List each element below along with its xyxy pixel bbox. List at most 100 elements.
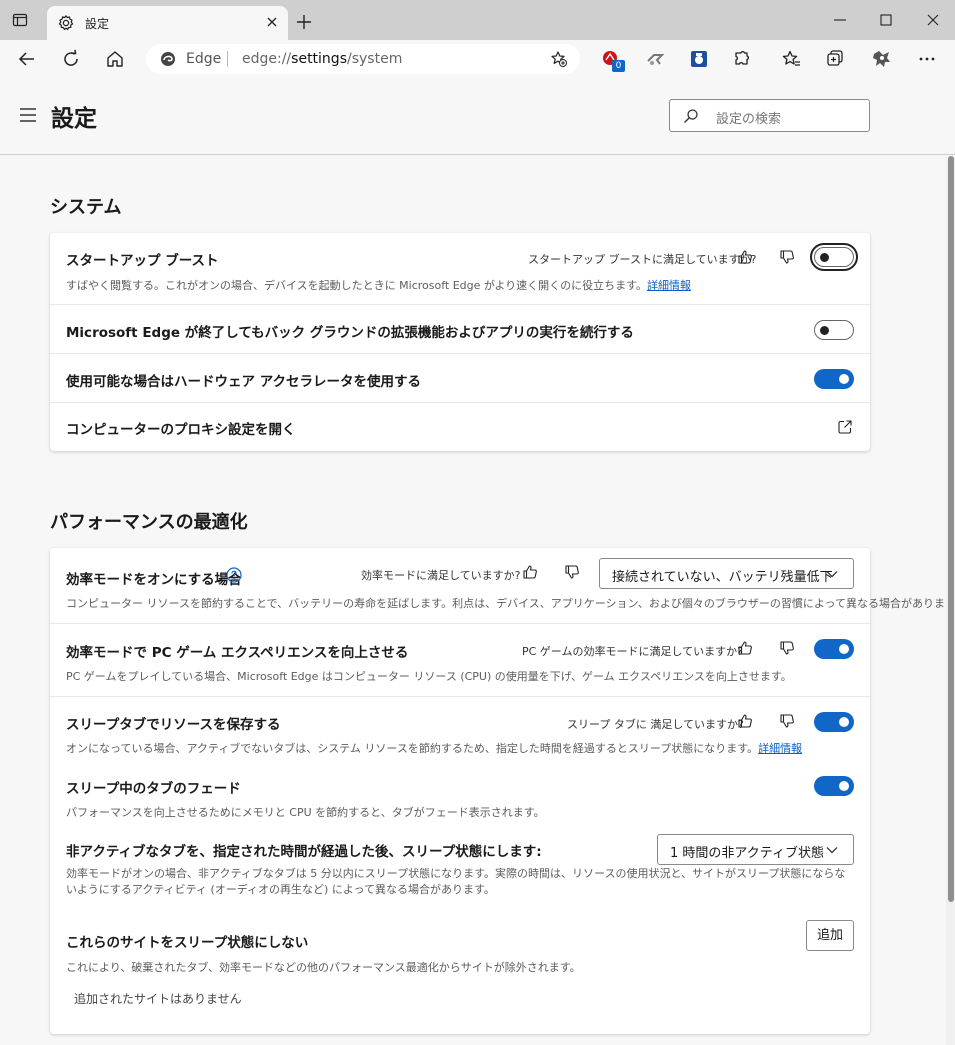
chevron-down-icon [826, 847, 838, 854]
background-apps-title: Microsoft Edge が終了してもバック グラウンドの拡張機能およびアプ… [66, 325, 634, 341]
thumbs-down-icon[interactable] [779, 249, 795, 265]
thumbs-down-icon[interactable] [564, 564, 580, 580]
startup-boost-row: スタートアップ ブースト スタートアップ ブーストに満足していますか? すばやく… [50, 233, 870, 305]
toggle-knob [839, 374, 849, 384]
address-bar[interactable]: Edge edge://settings/system [146, 44, 580, 74]
pc-game-row: 効率モードで PC ゲーム エクスペリエンスを向上させる PC ゲームの効率モー… [50, 624, 870, 697]
inactive-timeout-title: 非アクティブなタブを、指定された時間が経過した後、スリープ状態にします: [66, 844, 542, 860]
add-site-button[interactable]: 追加 [806, 920, 854, 951]
inactive-timeout-description: 効率モードがオンの場合、非アクティブなタブは 5 分以内にスリープ状態になります… [66, 867, 846, 896]
settings-content: システム スタートアップ ブースト スタートアップ ブーストに満足していますか?… [0, 156, 946, 1045]
close-tab-icon[interactable] [265, 15, 279, 29]
extension-gray-icon[interactable] [645, 49, 665, 69]
startup-boost-feedback-question: スタートアップ ブーストに満足していますか? [528, 253, 757, 266]
efficiency-mode-dropdown[interactable]: 接続されていない、バッテリ残量低下 [599, 558, 854, 589]
thumbs-up-icon[interactable] [522, 564, 538, 580]
never-sleep-title: これらのサイトをスリープ状態にしない [66, 935, 309, 951]
background-apps-toggle[interactable] [814, 320, 854, 340]
tab-settings[interactable]: 設定 [47, 6, 288, 40]
section-title-system: システム [50, 197, 122, 218]
efficiency-mode-row: 効率モードをオンにする場合 効率モードに満足していますか? 接続されていない、バ… [50, 548, 946, 624]
scrollbar-thumb[interactable] [948, 156, 954, 902]
efficiency-feedback-question: 効率モードに満足していますか? [361, 569, 521, 582]
thumbs-up-icon[interactable] [737, 640, 753, 656]
back-arrow-icon[interactable] [17, 49, 37, 69]
startup-boost-title: スタートアップ ブースト [66, 253, 219, 269]
sleeping-tabs-description: オンになっている場合、アクティブでないタブは、システム リソースを節約するため、… [66, 742, 803, 755]
scrollbar[interactable] [946, 156, 955, 1045]
toolbar: Edge edge://settings/system 0 [0, 40, 955, 78]
edge-logo-icon [161, 52, 175, 66]
tab-strip: 設定 [0, 0, 955, 40]
page-title: 設定 [51, 106, 97, 132]
edge-label: Edge [186, 51, 222, 67]
pc-game-description: PC ゲームをプレイしている場合、Microsoft Edge はコンピューター… [66, 670, 792, 683]
maximize-icon[interactable] [877, 11, 895, 29]
pc-game-feedback-question: PC ゲームの効率モードに満足していますか? [522, 645, 743, 658]
sleeping-tabs-title: スリープタブでリソースを保存する [66, 717, 281, 733]
learn-more-link[interactable]: 詳細情報 [647, 279, 691, 292]
toggle-knob [839, 644, 849, 654]
pc-game-toggle[interactable] [814, 639, 854, 659]
toggle-knob [839, 717, 849, 727]
gear-icon [58, 15, 74, 31]
chevron-down-icon [826, 571, 838, 578]
efficiency-mode-selected: 接続されていない、バッテリ残量低下 [612, 570, 833, 585]
efficiency-mode-title: 効率モードをオンにする場合 [66, 572, 242, 588]
sleeping-tabs-feedback-question: スリープ タブに 満足していますか? [567, 718, 744, 731]
search-placeholder: 設定の検索 [716, 112, 782, 127]
thumbs-up-icon[interactable] [737, 713, 753, 729]
thumbs-up-icon[interactable] [737, 249, 753, 265]
hardware-acceleration-title: 使用可能な場合はハードウェア アクセラレータを使用する [66, 374, 422, 390]
thumbs-down-icon[interactable] [779, 640, 795, 656]
never-sleep-description: これにより、破棄されたタブ、効率モードなどの他のパフォーマンス最適化からサイトが… [66, 961, 581, 974]
fade-tabs-title: スリープ中のタブのフェード [66, 781, 241, 797]
startup-boost-toggle[interactable] [810, 243, 858, 271]
window-close-icon[interactable] [924, 11, 942, 29]
refresh-icon[interactable] [61, 49, 81, 69]
tab-title: 設定 [85, 17, 110, 31]
performance-card: 効率モードをオンにする場合 効率モードに満足していますか? 接続されていない、バ… [50, 548, 946, 1034]
sleeping-tabs-toggle[interactable] [814, 712, 854, 732]
hardware-acceleration-row: 使用可能な場合はハードウェア アクセラレータを使用する [50, 354, 870, 403]
fade-tabs-toggle[interactable] [814, 776, 854, 796]
extensions-puzzle-icon[interactable] [732, 49, 752, 69]
efficiency-mode-description: コンピューター リソースを節約することで、バッテリーの寿命を延ばします。利点は、… [66, 597, 946, 610]
hardware-acceleration-toggle[interactable] [814, 369, 854, 389]
toggle-knob [820, 326, 829, 335]
system-card: スタートアップ ブースト スタートアップ ブーストに満足していますか? すばやく… [50, 233, 870, 451]
no-sites-message: 追加されたサイトはありません [74, 992, 242, 1006]
external-link-icon[interactable] [837, 419, 853, 435]
learn-more-link[interactable]: 詳細情報 [758, 742, 802, 755]
tab-actions-icon[interactable] [12, 12, 28, 28]
thumbs-down-icon[interactable] [779, 713, 795, 729]
search-icon [684, 109, 698, 123]
section-title-performance: パフォーマンスの最適化 [50, 512, 248, 533]
background-apps-row: Microsoft Edge が終了してもバック グラウンドの拡張機能およびアプ… [50, 305, 870, 354]
sleeping-tabs-section: スリープタブでリソースを保存する スリープ タブに 満足していますか? オンにな… [50, 697, 870, 1034]
minimize-icon[interactable] [831, 11, 849, 29]
inactive-timeout-dropdown[interactable]: 1 時間の非アクティブ状態 [657, 834, 854, 865]
toggle-knob [839, 781, 849, 791]
fade-tabs-description: パフォーマンスを向上させるためにメモリと CPU を節約すると、タブがフェード表… [66, 806, 545, 819]
settings-header: 設定 設定の検索 [0, 78, 955, 155]
extension-badge: 0 [612, 60, 625, 72]
address-separator [227, 51, 228, 67]
more-menu-icon[interactable] [917, 49, 937, 69]
toggle-knob [820, 253, 829, 262]
collections-icon[interactable] [825, 49, 845, 69]
profile-avatar-icon[interactable] [871, 48, 893, 70]
extension-blue-icon[interactable] [689, 49, 709, 69]
home-icon[interactable] [105, 49, 125, 69]
proxy-settings-title: コンピューターのプロキシ設定を開く [66, 422, 296, 438]
inactive-timeout-selected: 1 時間の非アクティブ状態 [670, 846, 824, 861]
proxy-settings-row[interactable]: コンピューターのプロキシ設定を開く [50, 403, 870, 451]
favorites-icon[interactable] [781, 49, 801, 69]
hamburger-menu-icon[interactable] [20, 108, 36, 122]
add-favorite-icon[interactable] [550, 50, 568, 68]
new-tab-icon[interactable] [295, 13, 313, 31]
help-icon[interactable] [226, 567, 242, 583]
settings-search-input[interactable]: 設定の検索 [669, 99, 870, 132]
extension-red-icon[interactable]: 0 [601, 49, 625, 73]
url-text[interactable]: edge://settings/system [242, 51, 402, 67]
